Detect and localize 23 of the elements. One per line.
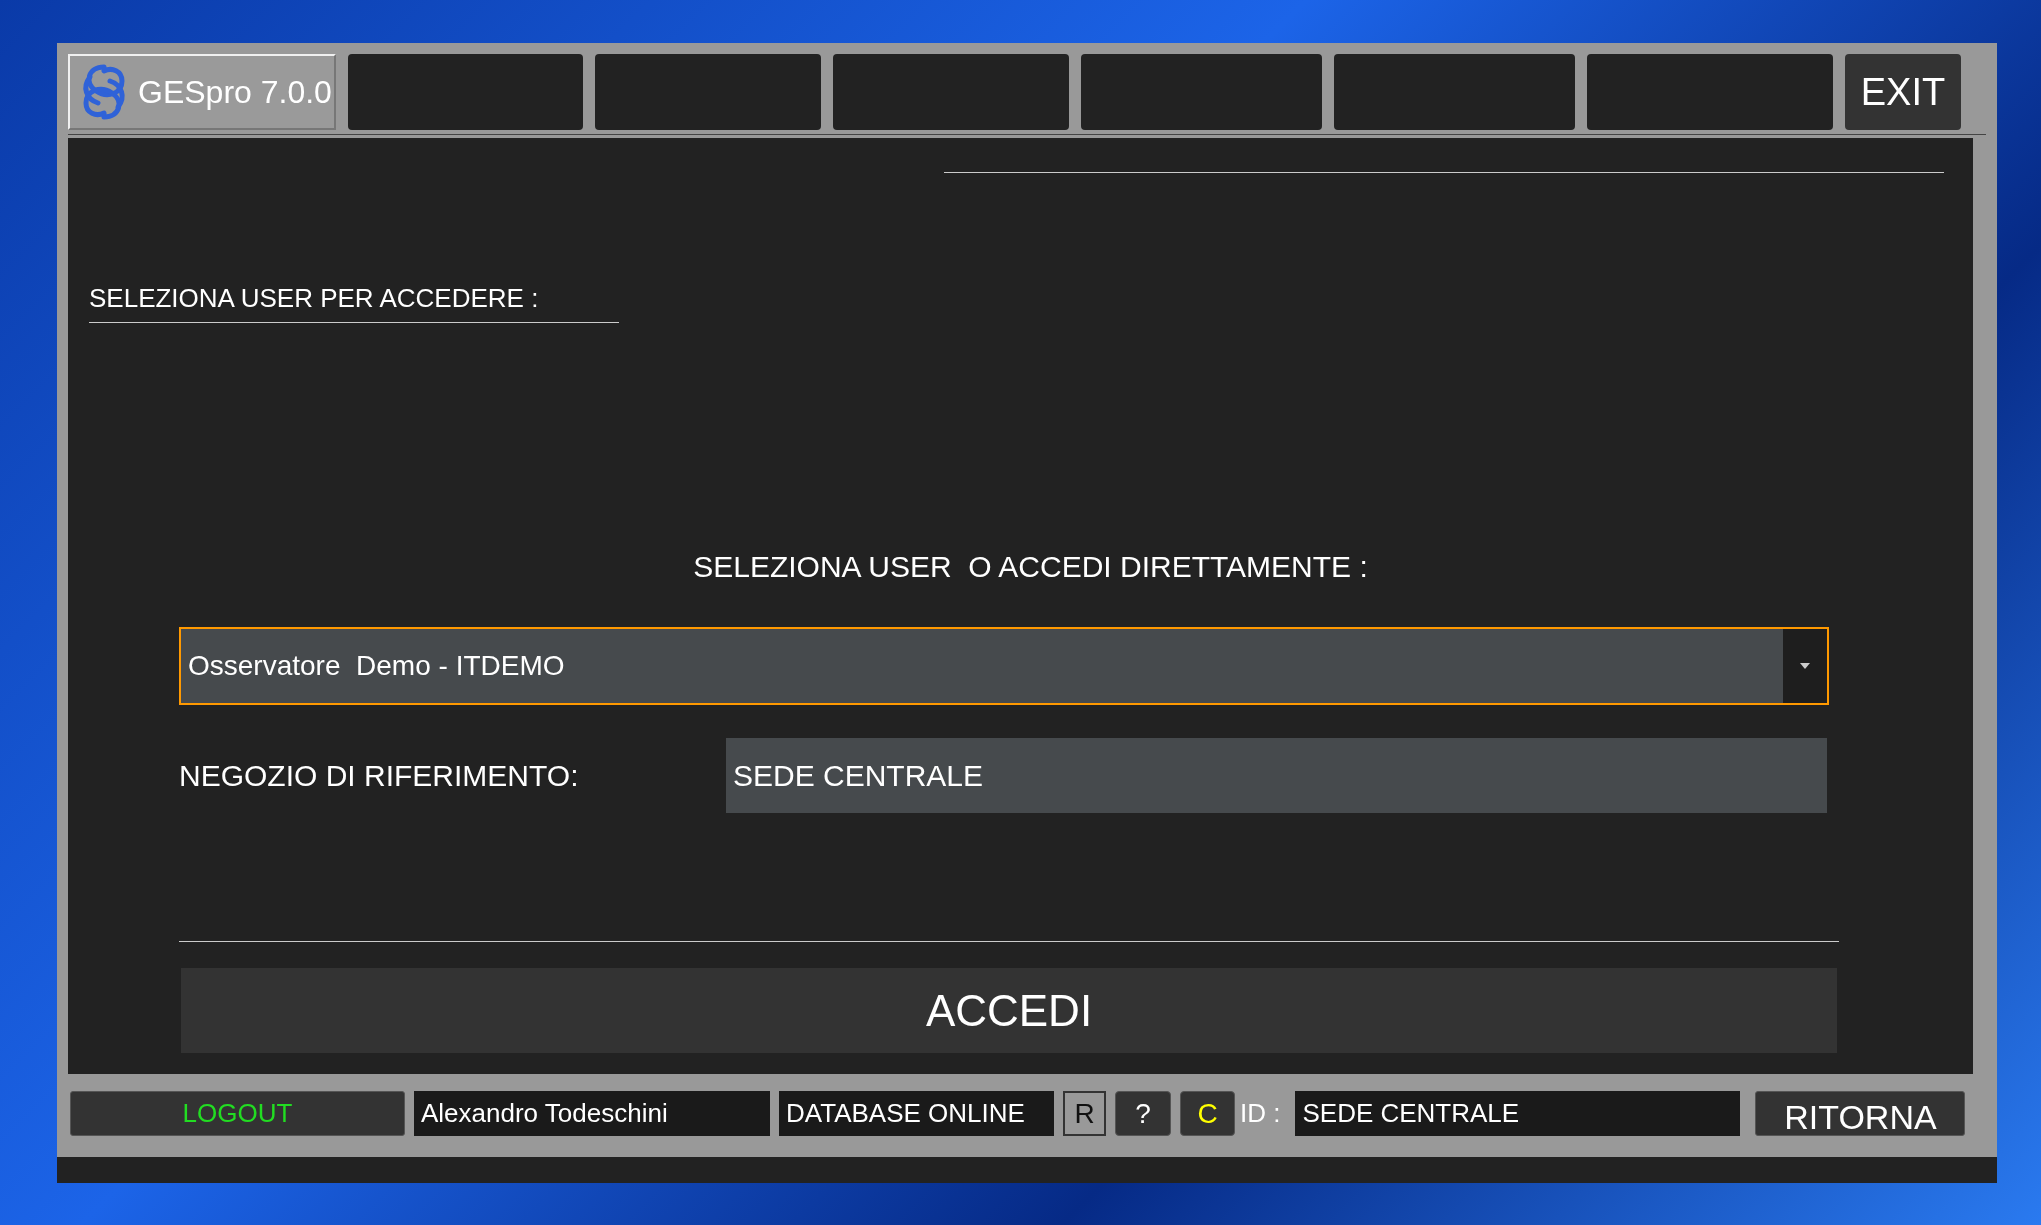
blank-toolbar-button[interactable] — [1081, 54, 1322, 130]
back-button[interactable]: RITORNA — [1755, 1091, 1966, 1136]
login-prompt: SELEZIONA USER O ACCEDI DIRETTAMENTE : — [693, 549, 1368, 585]
user-name-field: Alexandro Todeschini — [414, 1091, 770, 1136]
section-label: SELEZIONA USER PER ACCEDERE : — [89, 279, 619, 323]
caret-icon — [1800, 663, 1810, 669]
id-field: SEDE CENTRALE — [1295, 1091, 1741, 1136]
login-button[interactable]: ACCEDI — [181, 968, 1837, 1053]
status-button[interactable]: ? — [1115, 1091, 1171, 1136]
store-field: SEDE CENTRALE — [726, 738, 1827, 813]
blank-toolbar-button[interactable] — [1334, 54, 1575, 130]
exit-button[interactable]: EXIT — [1845, 54, 1961, 130]
status-button[interactable]: C — [1180, 1091, 1235, 1136]
logout-button[interactable]: LOGOUT — [70, 1091, 405, 1136]
blank-toolbar-button[interactable] — [348, 54, 583, 130]
blank-toolbar-button[interactable] — [595, 54, 821, 130]
blank-toolbar-button[interactable] — [1587, 54, 1833, 130]
status-button[interactable]: R — [1063, 1091, 1106, 1136]
store-label: NEGOZIO DI RIFERIMENTO: — [179, 758, 580, 794]
database-status-field: DATABASE ONLINE — [779, 1091, 1054, 1136]
id-label: ID : — [1240, 1097, 1281, 1130]
blank-toolbar-button[interactable] — [833, 54, 1069, 130]
user-dropdown[interactable]: Osservatore Demo - ITDEMO — [179, 627, 1829, 705]
